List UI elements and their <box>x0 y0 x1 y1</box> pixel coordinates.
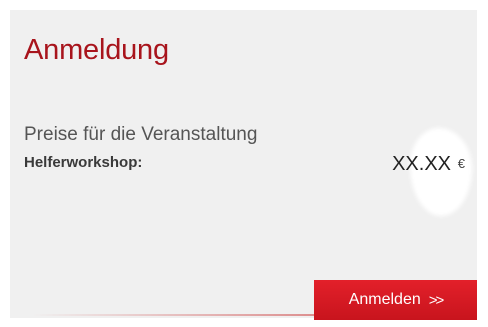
event-name: Helferworkshop: <box>24 154 143 171</box>
register-button-label: Anmelden <box>348 291 421 308</box>
price-label: Preise für die Veranstaltung <box>24 124 258 145</box>
bottom-divider <box>32 314 352 316</box>
register-button[interactable]: Anmelden >> <box>314 280 477 320</box>
price-value: XX.XX <box>392 153 451 175</box>
currency-symbol: € <box>457 156 465 171</box>
double-chevron-right-icon: >> <box>428 291 444 309</box>
panel-title: Anmeldung <box>24 34 169 66</box>
registration-panel: Anmeldung Preise für die Veranstaltung H… <box>10 10 477 320</box>
